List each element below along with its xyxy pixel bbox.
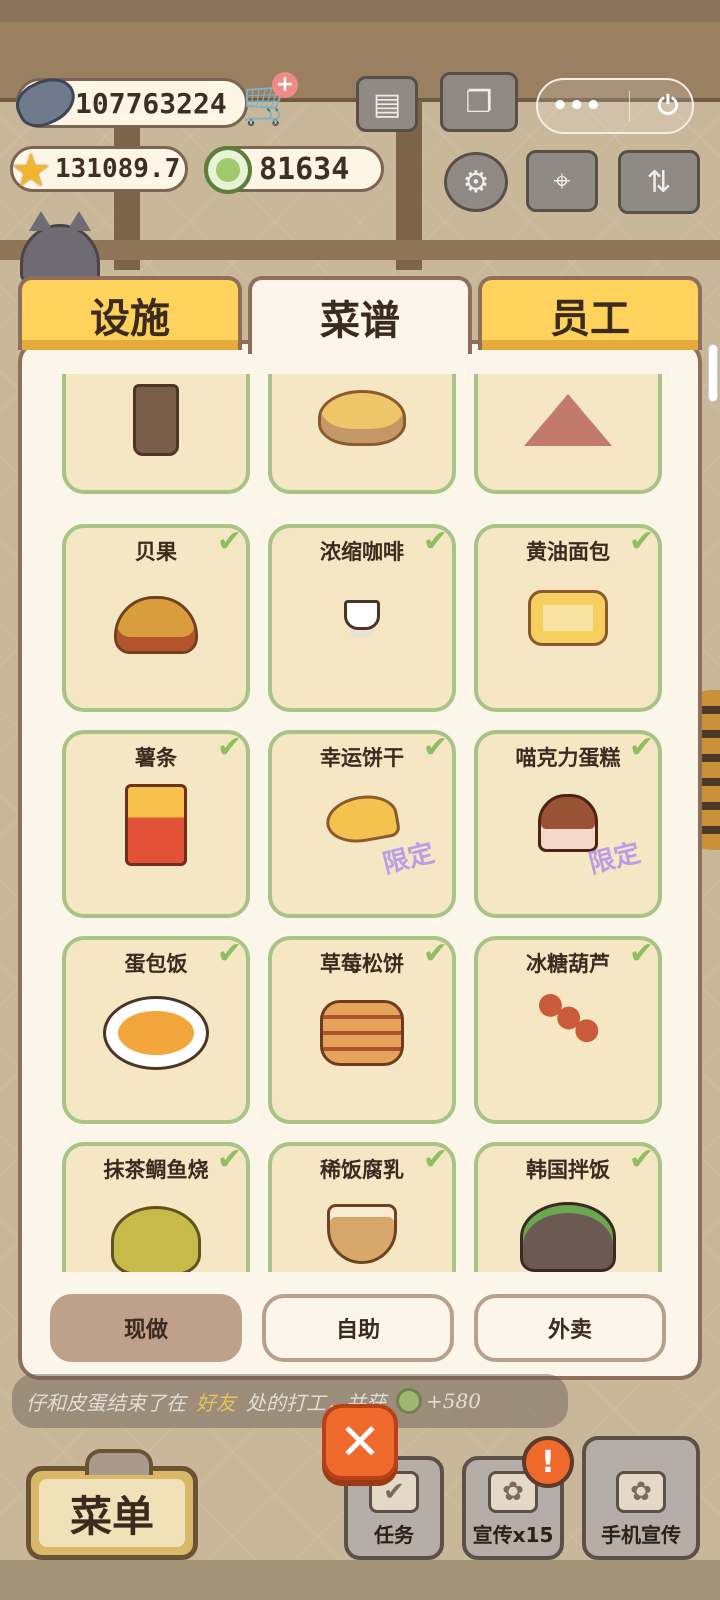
recipe-card[interactable]	[268, 374, 456, 494]
tanghulu-icon: ●●●	[530, 982, 606, 1049]
limited-badge: 限定	[379, 838, 438, 880]
recipe-card[interactable]: 贝果 ✔	[62, 524, 250, 712]
map-icon: ⌖	[553, 163, 571, 199]
recipe-card[interactable]: 抹茶鲷鱼烧 ✔	[62, 1142, 250, 1272]
wood-beam	[0, 240, 720, 260]
tab-facilities[interactable]: 设施	[18, 276, 242, 350]
coin-count: 81634	[259, 151, 350, 187]
newspaper-icon: ▤	[372, 86, 402, 122]
promote-label: 宣传x15	[472, 1523, 554, 1547]
recipe-card[interactable]: 韩国拌饭 ✔	[474, 1142, 662, 1272]
recipe-grid[interactable]: 贝果 ✔ 浓缩咖啡 ✔ 黄油面包 ✔ 薯条 ✔ 幸运饼干 ✔ 限定 喵克力蛋糕 …	[22, 374, 698, 1272]
menu-label: 菜单	[69, 1491, 154, 1541]
ticker-friend: 好友	[196, 1390, 236, 1415]
recipe-card[interactable]	[62, 374, 250, 494]
fortune-cookie-icon	[322, 790, 402, 848]
butter-toast-icon	[528, 590, 608, 646]
sort-button[interactable]: ⇅	[618, 150, 700, 214]
close-icon: ✕	[339, 1413, 381, 1471]
salad-bowl-icon	[318, 390, 406, 446]
newspaper-button[interactable]: ▤	[356, 76, 418, 132]
check-icon: ✔	[216, 936, 242, 971]
scrollbar[interactable]	[708, 344, 718, 402]
taiyaki-icon	[111, 1206, 201, 1272]
more-icon[interactable]: •••	[552, 91, 602, 121]
mini-program-capsule: ••• ⏻	[536, 78, 694, 134]
fish-count: 107763224	[75, 86, 227, 120]
power-icon[interactable]: ⏻	[658, 91, 679, 122]
mode-made-to-order[interactable]: 现做	[50, 1294, 242, 1362]
phone-icon: ✿	[616, 1471, 666, 1513]
gear-icon: ⚙	[462, 164, 490, 200]
tab-staff[interactable]: 员工	[478, 276, 702, 350]
settings-button[interactable]: ⚙	[444, 152, 508, 212]
recipe-card[interactable]: 喵克力蛋糕 ✔ 限定	[474, 730, 662, 918]
recipe-card[interactable]: 冰糖葫芦 ✔ ●●●	[474, 936, 662, 1124]
map-button[interactable]: ⌖	[526, 150, 598, 212]
check-icon: ✔	[628, 1142, 654, 1177]
add-icon[interactable]: +	[272, 72, 298, 98]
fries-icon	[125, 784, 187, 866]
check-icon: ✔	[422, 730, 448, 765]
check-icon: ✔	[628, 936, 654, 971]
ticker-reward: +580	[426, 1389, 481, 1413]
close-button[interactable]: ✕	[322, 1404, 398, 1480]
chocolate-drink-icon	[133, 384, 179, 456]
recipe-card[interactable]: 草莓松饼 ✔	[268, 936, 456, 1124]
bibimbap-icon	[520, 1202, 616, 1272]
zongzi-icon	[524, 394, 612, 446]
tab-recipes[interactable]: 菜谱	[248, 276, 472, 354]
recipe-card[interactable]: 黄油面包 ✔	[474, 524, 662, 712]
mode-self-service[interactable]: 自助	[262, 1294, 454, 1362]
sort-icon: ⇅	[646, 164, 672, 200]
porridge-icon	[327, 1204, 397, 1264]
recipe-card[interactable]: 浓缩咖啡 ✔	[268, 524, 456, 712]
coin-icon	[204, 146, 252, 194]
check-icon: ✔	[216, 524, 242, 559]
star-count: 131089.7	[55, 154, 181, 184]
check-icon: ✔	[422, 524, 448, 559]
news-ticker: 仔和皮蛋结束了在 好友 处的打工，并获 +580	[12, 1374, 568, 1428]
phone-promote-button[interactable]: ✿ 手机宣传	[582, 1436, 700, 1560]
divider	[629, 91, 631, 121]
pancake-icon	[320, 1000, 404, 1066]
check-icon: ✔	[216, 1142, 242, 1177]
check-icon: ✔	[216, 730, 242, 765]
alert-icon: !	[522, 1436, 574, 1488]
bagel-icon	[114, 596, 198, 654]
check-icon: ✔	[422, 1142, 448, 1177]
phone-promote-label: 手机宣传	[601, 1523, 681, 1547]
menu-button-face: 菜单	[39, 1479, 185, 1547]
tasks-label: 任务	[374, 1523, 414, 1547]
recipe-card[interactable]: 蛋包饭 ✔	[62, 936, 250, 1124]
recipe-card[interactable]: 稀饭腐乳 ✔	[268, 1142, 456, 1272]
recipe-card[interactable]	[474, 374, 662, 494]
omurice-icon	[103, 996, 209, 1070]
recipe-card[interactable]: 幸运饼干 ✔ 限定	[268, 730, 456, 918]
recipe-card[interactable]: 薯条 ✔	[62, 730, 250, 918]
check-icon: ✔	[422, 936, 448, 971]
mode-delivery[interactable]: 外卖	[474, 1294, 666, 1362]
check-icon: ✔	[628, 524, 654, 559]
paw-book-icon: ❐	[465, 84, 493, 120]
check-icon: ✔	[628, 730, 654, 765]
cat-book-button[interactable]: ❐	[440, 72, 518, 132]
espresso-cup-icon	[344, 600, 380, 630]
menu-button[interactable]: 菜单	[26, 1449, 198, 1560]
ticker-text: 仔和皮蛋结束了在	[26, 1390, 186, 1415]
coin-icon	[396, 1388, 422, 1414]
star-icon: ★	[10, 143, 52, 197]
